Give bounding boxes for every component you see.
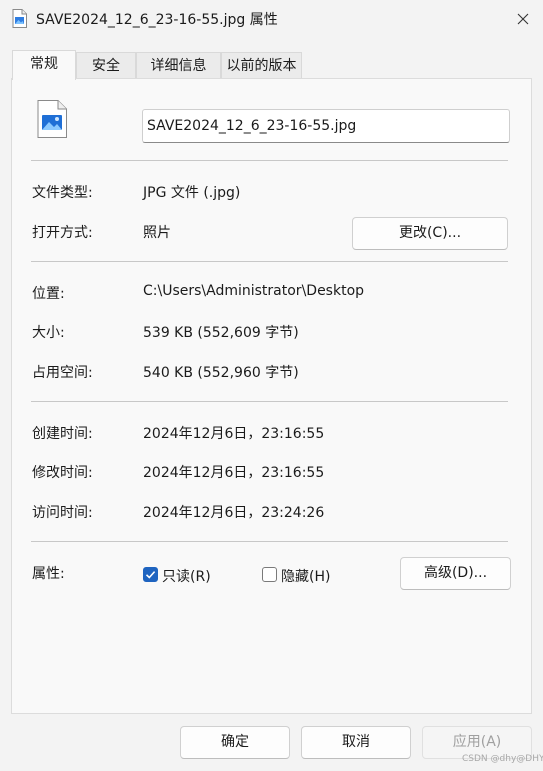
change-button[interactable]: 更改(C)... <box>352 217 508 250</box>
created-label: 创建时间: <box>32 426 93 442</box>
location-label: 位置: <box>32 286 65 302</box>
location-value: C:\Users\Administrator\Desktop <box>143 283 365 299</box>
tab-security[interactable]: 安全 <box>76 52 136 78</box>
accessed-label: 访问时间: <box>32 505 93 521</box>
general-tab-panel <box>11 78 532 714</box>
file-type-value: JPG 文件 (.jpg) <box>143 185 241 201</box>
size-label: 大小: <box>32 325 65 341</box>
modified-label: 修改时间: <box>32 465 93 481</box>
watermark: CSDN @dhy@DHY <box>462 754 543 764</box>
image-file-icon <box>12 9 27 28</box>
window-title: SAVE2024_12_6_23-16-55.jpg 属性 <box>36 12 278 28</box>
readonly-checkbox[interactable] <box>143 567 158 582</box>
disk-size-value: 540 KB (552,960 字节) <box>143 365 299 381</box>
hidden-label[interactable]: 隐藏(H) <box>281 566 330 586</box>
tab-details[interactable]: 详细信息 <box>136 52 221 78</box>
attributes-label: 属性: <box>32 566 65 582</box>
file-type-label: 文件类型: <box>32 185 93 201</box>
modified-value: 2024年12月6日，23:16:55 <box>143 465 325 481</box>
accessed-value: 2024年12月6日，23:24:26 <box>143 505 325 521</box>
tab-previous-versions[interactable]: 以前的版本 <box>221 52 302 78</box>
file-name-input[interactable] <box>142 109 510 143</box>
readonly-label[interactable]: 只读(R) <box>162 566 211 586</box>
tab-general[interactable]: 常规 <box>12 50 76 80</box>
disk-size-label: 占用空间: <box>32 365 93 381</box>
hidden-checkbox[interactable] <box>262 567 277 582</box>
divider <box>31 541 508 542</box>
size-value: 539 KB (552,609 字节) <box>143 325 299 341</box>
close-icon <box>517 13 529 25</box>
advanced-button[interactable]: 高级(D)... <box>400 557 511 590</box>
divider <box>31 160 508 161</box>
divider <box>31 401 508 402</box>
title-bar: SAVE2024_12_6_23-16-55.jpg 属性 <box>0 0 543 38</box>
divider <box>31 261 508 262</box>
image-file-icon <box>37 100 67 138</box>
ok-button[interactable]: 确定 <box>180 726 290 759</box>
open-with-value: 照片 <box>143 225 171 241</box>
open-with-label: 打开方式: <box>32 225 93 241</box>
checkmark-icon <box>145 571 156 579</box>
close-button[interactable] <box>503 0 543 38</box>
created-value: 2024年12月6日，23:16:55 <box>143 426 325 442</box>
cancel-button[interactable]: 取消 <box>301 726 411 759</box>
